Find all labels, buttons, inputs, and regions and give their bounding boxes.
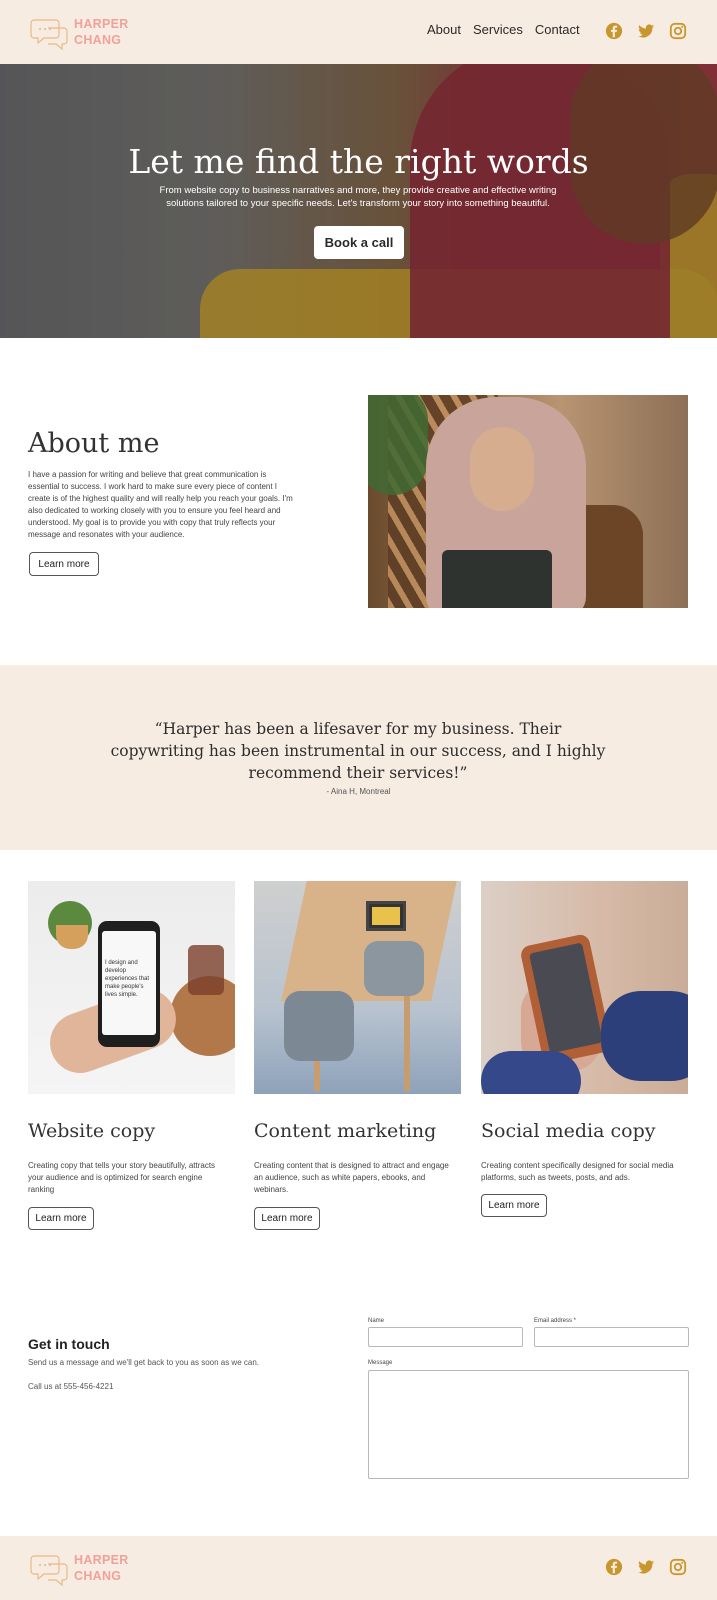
service-desc-website: Creating copy that tells your story beau… [28, 1161, 216, 1194]
about-title: About me [28, 428, 160, 459]
site-header: HARPER CHANG About Services Contact [0, 0, 717, 64]
logo-wordmark: HARPER CHANG [74, 16, 129, 48]
img-sleeve [601, 991, 688, 1081]
service-title-website: Website copy [28, 1120, 156, 1142]
img-cup [188, 945, 224, 995]
nav-contact[interactable]: Contact [535, 22, 580, 37]
facebook-icon[interactable] [605, 1558, 623, 1576]
service-desc-social: Creating content specifically designed f… [481, 1161, 674, 1182]
contact-phone: Call us at 555-456-4221 [28, 1382, 114, 1391]
message-textarea[interactable] [368, 1370, 689, 1479]
contact-title: Get in touch [28, 1336, 110, 1352]
about-learn-more-button[interactable]: Learn more [29, 552, 99, 576]
instagram-icon[interactable] [669, 1558, 687, 1576]
hero-title: Let me find the right words [128, 142, 589, 181]
logo[interactable]: HARPER CHANG [30, 14, 140, 50]
website-learn-more-button[interactable]: Learn more [28, 1207, 94, 1230]
hero-subtitle: From website copy to business narratives… [159, 185, 557, 209]
img-phone-text: I design and develop experiences that ma… [105, 960, 150, 998]
name-label: Name [368, 1318, 385, 1324]
footer-social-links [605, 1558, 687, 1576]
email-input[interactable] [534, 1327, 689, 1347]
message-label: Message [368, 1360, 393, 1366]
footer-logo-wordmark: HARPER CHANG [74, 1552, 129, 1584]
service-image-content [254, 881, 461, 1094]
email-label: Email address * [534, 1318, 577, 1324]
about-photo-face [470, 427, 534, 511]
book-call-button[interactable]: Book a call [314, 226, 404, 259]
img-tablet-screen [372, 907, 400, 925]
img-pot [56, 925, 88, 949]
service-image-social [481, 881, 688, 1094]
img-table-leg [404, 991, 410, 1091]
main-nav: About Services Contact [427, 22, 580, 37]
testimonial-author: - Aina H, Montreal [326, 787, 391, 796]
img-chair [284, 991, 354, 1061]
instagram-icon[interactable] [669, 22, 687, 40]
logo-line2: CHANG [74, 33, 122, 47]
testimonial-section: “Harper has been a lifesaver for my busi… [0, 665, 717, 850]
facebook-icon[interactable] [605, 22, 623, 40]
nav-services[interactable]: Services [473, 22, 523, 37]
service-desc-content: Creating content that is designed to att… [254, 1161, 449, 1194]
img-sleeve [481, 1051, 581, 1094]
speech-bubbles-icon [30, 19, 68, 50]
speech-bubbles-icon [30, 1555, 68, 1586]
footer-logo[interactable]: HARPER CHANG [30, 1550, 140, 1586]
about-text: I have a passion for writing and believe… [28, 470, 293, 539]
about-photo [368, 395, 688, 608]
logo-line1: HARPER [74, 17, 129, 31]
about-photo-laptop [442, 550, 552, 608]
service-title-social: Social media copy [481, 1120, 656, 1142]
header-social-links [605, 22, 687, 40]
content-learn-more-button[interactable]: Learn more [254, 1207, 320, 1230]
twitter-icon[interactable] [637, 1558, 655, 1576]
nav-about[interactable]: About [427, 22, 461, 37]
service-title-content: Content marketing [254, 1120, 437, 1142]
testimonial-quote: “Harper has been a lifesaver for my busi… [110, 720, 606, 782]
site-footer: HARPER CHANG [0, 1536, 717, 1600]
twitter-icon[interactable] [637, 22, 655, 40]
about-photo-plant [368, 395, 428, 495]
logo-line2: CHANG [74, 1569, 122, 1583]
img-chair [364, 941, 424, 996]
social-learn-more-button[interactable]: Learn more [481, 1194, 547, 1217]
name-input[interactable] [368, 1327, 523, 1347]
logo-line1: HARPER [74, 1553, 129, 1567]
hero-banner: Let me find the right words From website… [0, 64, 717, 338]
service-image-website: I design and develop experiences that ma… [28, 881, 235, 1094]
contact-subtitle: Send us a message and we'll get back to … [28, 1358, 259, 1367]
